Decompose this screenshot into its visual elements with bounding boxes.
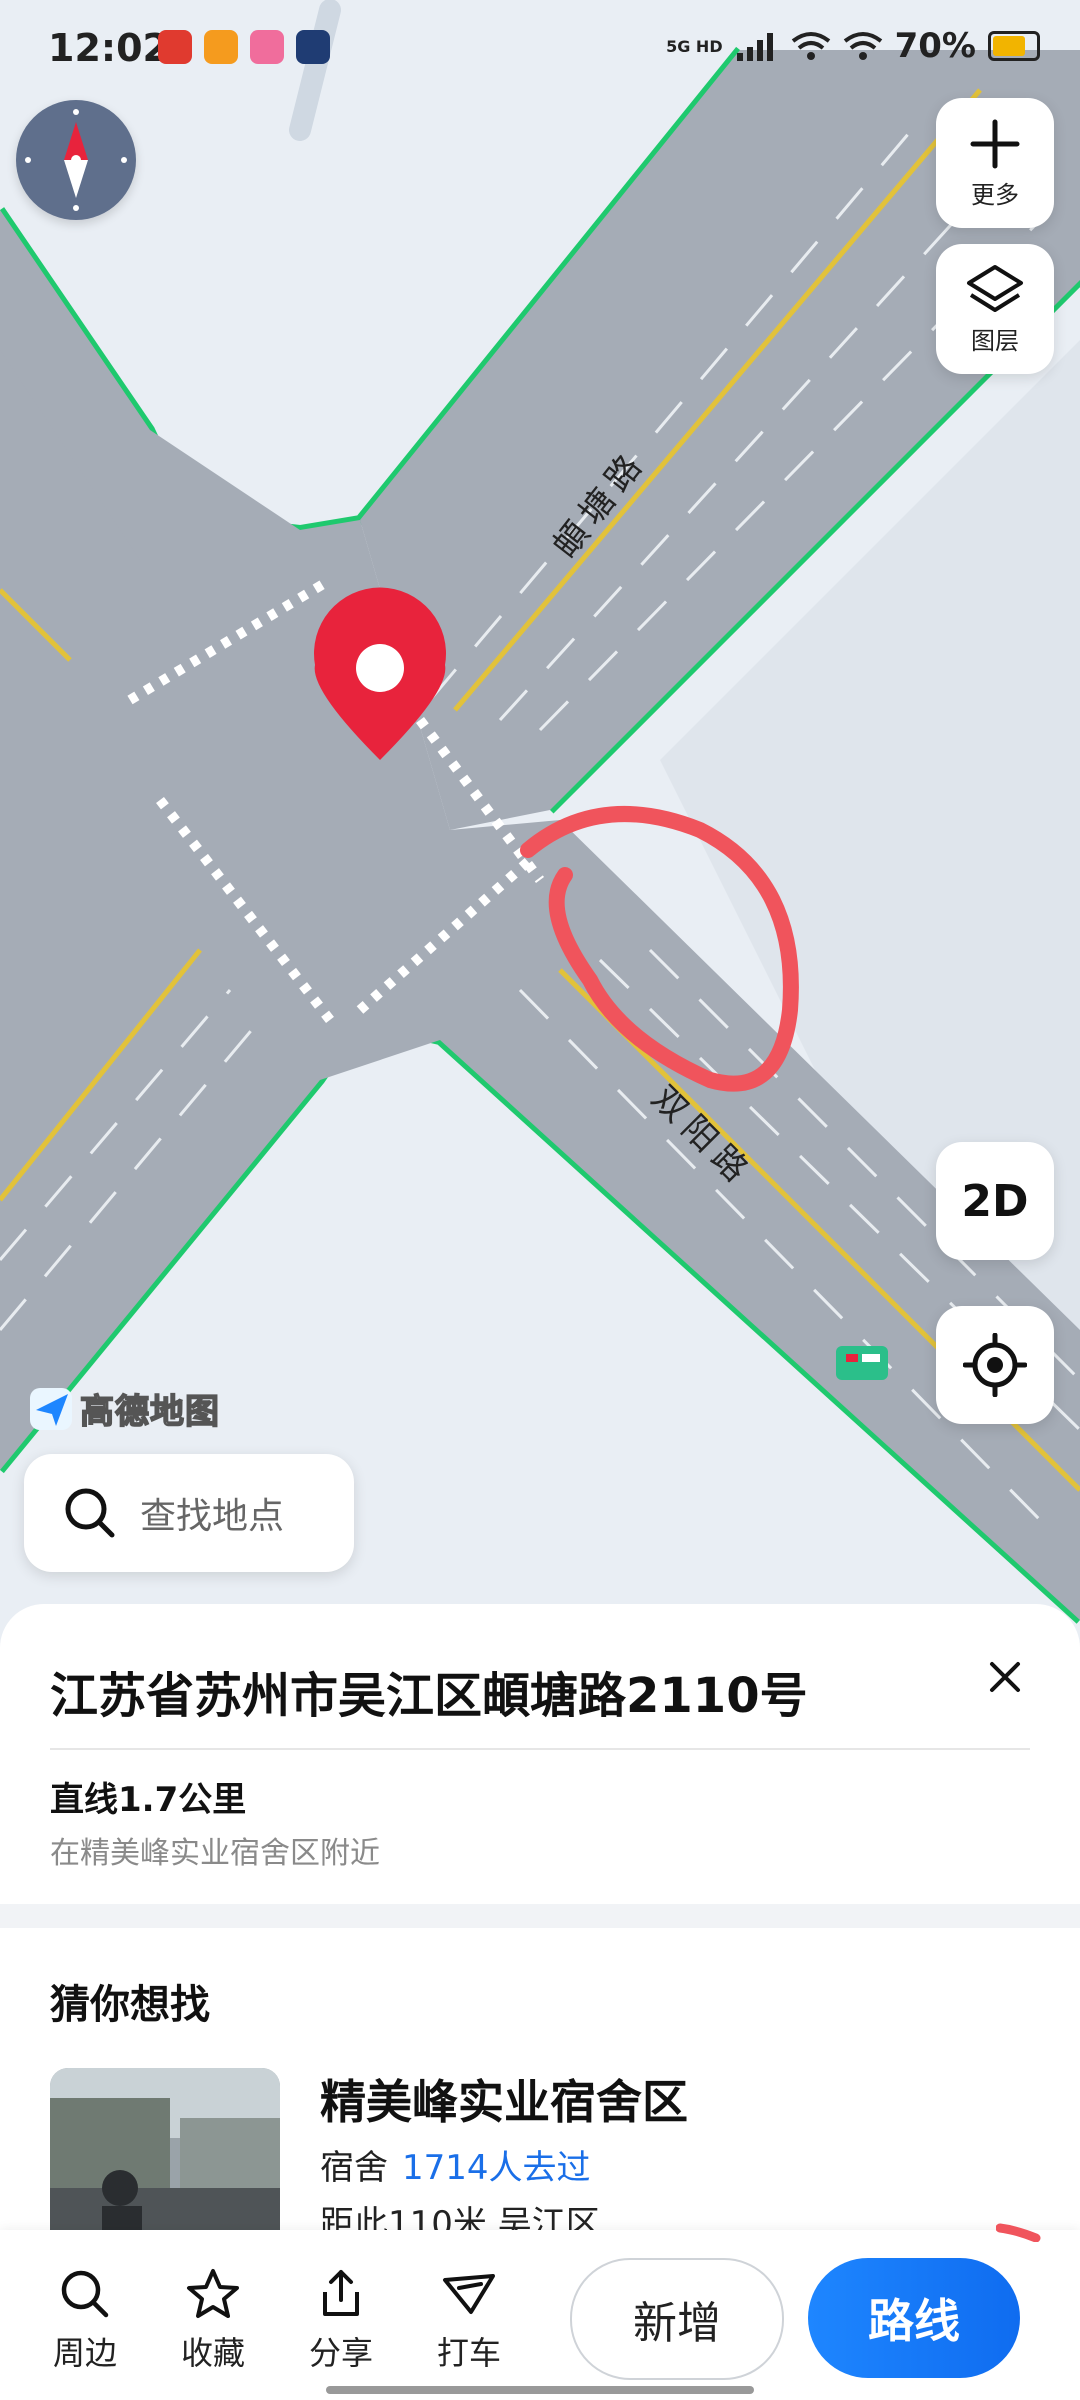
star-icon — [187, 2269, 239, 2318]
search-place-input[interactable]: 查找地点 — [24, 1454, 354, 1572]
search-nearby-icon — [61, 2270, 109, 2318]
locate-button[interactable] — [936, 1306, 1054, 1424]
search-icon — [65, 1488, 115, 1538]
notification-app-icon — [158, 30, 192, 64]
place-category: 宿舍 — [320, 2148, 388, 2188]
notification-bilibili-icon — [250, 30, 284, 64]
plus-icon — [970, 119, 1020, 168]
straight-distance: 直线1.7公里 — [50, 1780, 247, 1820]
system-status: 5G HD 70% — [666, 26, 1040, 66]
suggestions-title: 猜你想找 — [50, 1982, 210, 2028]
taxi-button[interactable]: 打车 — [424, 2266, 514, 2374]
wifi-icon — [791, 32, 830, 60]
battery-percent: 70% — [894, 26, 976, 66]
divider — [50, 1748, 1030, 1750]
address-title: 江苏省苏州市吴江区頔塘路2110号 — [50, 1668, 808, 1724]
place-name: 精美峰实业宿舍区 — [320, 2075, 688, 2129]
nearby-text: 在精美峰实业宿舍区附近 — [50, 1836, 380, 1871]
share-label: 分享 — [308, 2334, 373, 2372]
home-indicator[interactable] — [326, 2386, 754, 2394]
layers-icon — [967, 264, 1023, 312]
view-2d-button[interactable]: 2D — [936, 1142, 1054, 1260]
route-button[interactable]: 路线 — [808, 2258, 1020, 2378]
favorite-label: 收藏 — [180, 2334, 245, 2372]
amap-logo: 高德地图 — [28, 1384, 220, 1433]
place-visits: 1714人去过 — [402, 2148, 591, 2188]
compass-icon — [25, 109, 127, 211]
taxi-label: 打车 — [436, 2334, 501, 2372]
taxi-icon — [443, 2274, 495, 2314]
status-time: 12:02 — [48, 26, 169, 70]
add-button[interactable]: 新增 — [570, 2258, 784, 2380]
bottom-action-bar: 周边 收藏 分享 打车 新增 路线 — [0, 2230, 1080, 2400]
annotation-mark — [996, 2223, 1041, 2242]
nearby-button[interactable]: 周边 — [40, 2266, 130, 2374]
location-card: 江苏省苏州市吴江区頔塘路2110号 直线1.7公里 在精美峰实业宿舍区附近 — [0, 1604, 1080, 1904]
layers-button[interactable]: 图层 — [936, 244, 1054, 374]
place-meta: 宿舍 1714人去过 — [320, 2140, 591, 2189]
view-2d-label: 2D — [961, 1175, 1029, 1227]
more-button-label: 更多 — [971, 180, 1019, 209]
crosshair-icon — [963, 1333, 1027, 1397]
search-placeholder: 查找地点 — [140, 1496, 285, 1537]
notification-app2-icon — [296, 30, 330, 64]
network-label: 5G HD — [666, 36, 723, 56]
compass-button[interactable] — [16, 100, 136, 220]
favorite-button[interactable]: 收藏 — [168, 2266, 258, 2374]
layers-button-label: 图层 — [971, 326, 1019, 355]
close-icon[interactable] — [980, 1652, 1030, 1702]
more-button[interactable]: 更多 — [936, 98, 1054, 228]
status-bar: 12:02 5G HD 70% — [0, 0, 1080, 100]
notification-video-icon — [204, 30, 238, 64]
nearby-label: 周边 — [52, 2334, 117, 2372]
amap-logo-icon — [30, 1387, 72, 1430]
amap-logo-text: 高德地图 — [79, 1391, 220, 1433]
share-button[interactable]: 分享 — [296, 2266, 386, 2374]
share-icon — [323, 2270, 359, 2316]
bus-stop-icon[interactable] — [836, 1346, 888, 1380]
battery-icon — [988, 31, 1040, 61]
signal-icon — [736, 33, 773, 61]
wifi2-icon — [843, 32, 882, 60]
